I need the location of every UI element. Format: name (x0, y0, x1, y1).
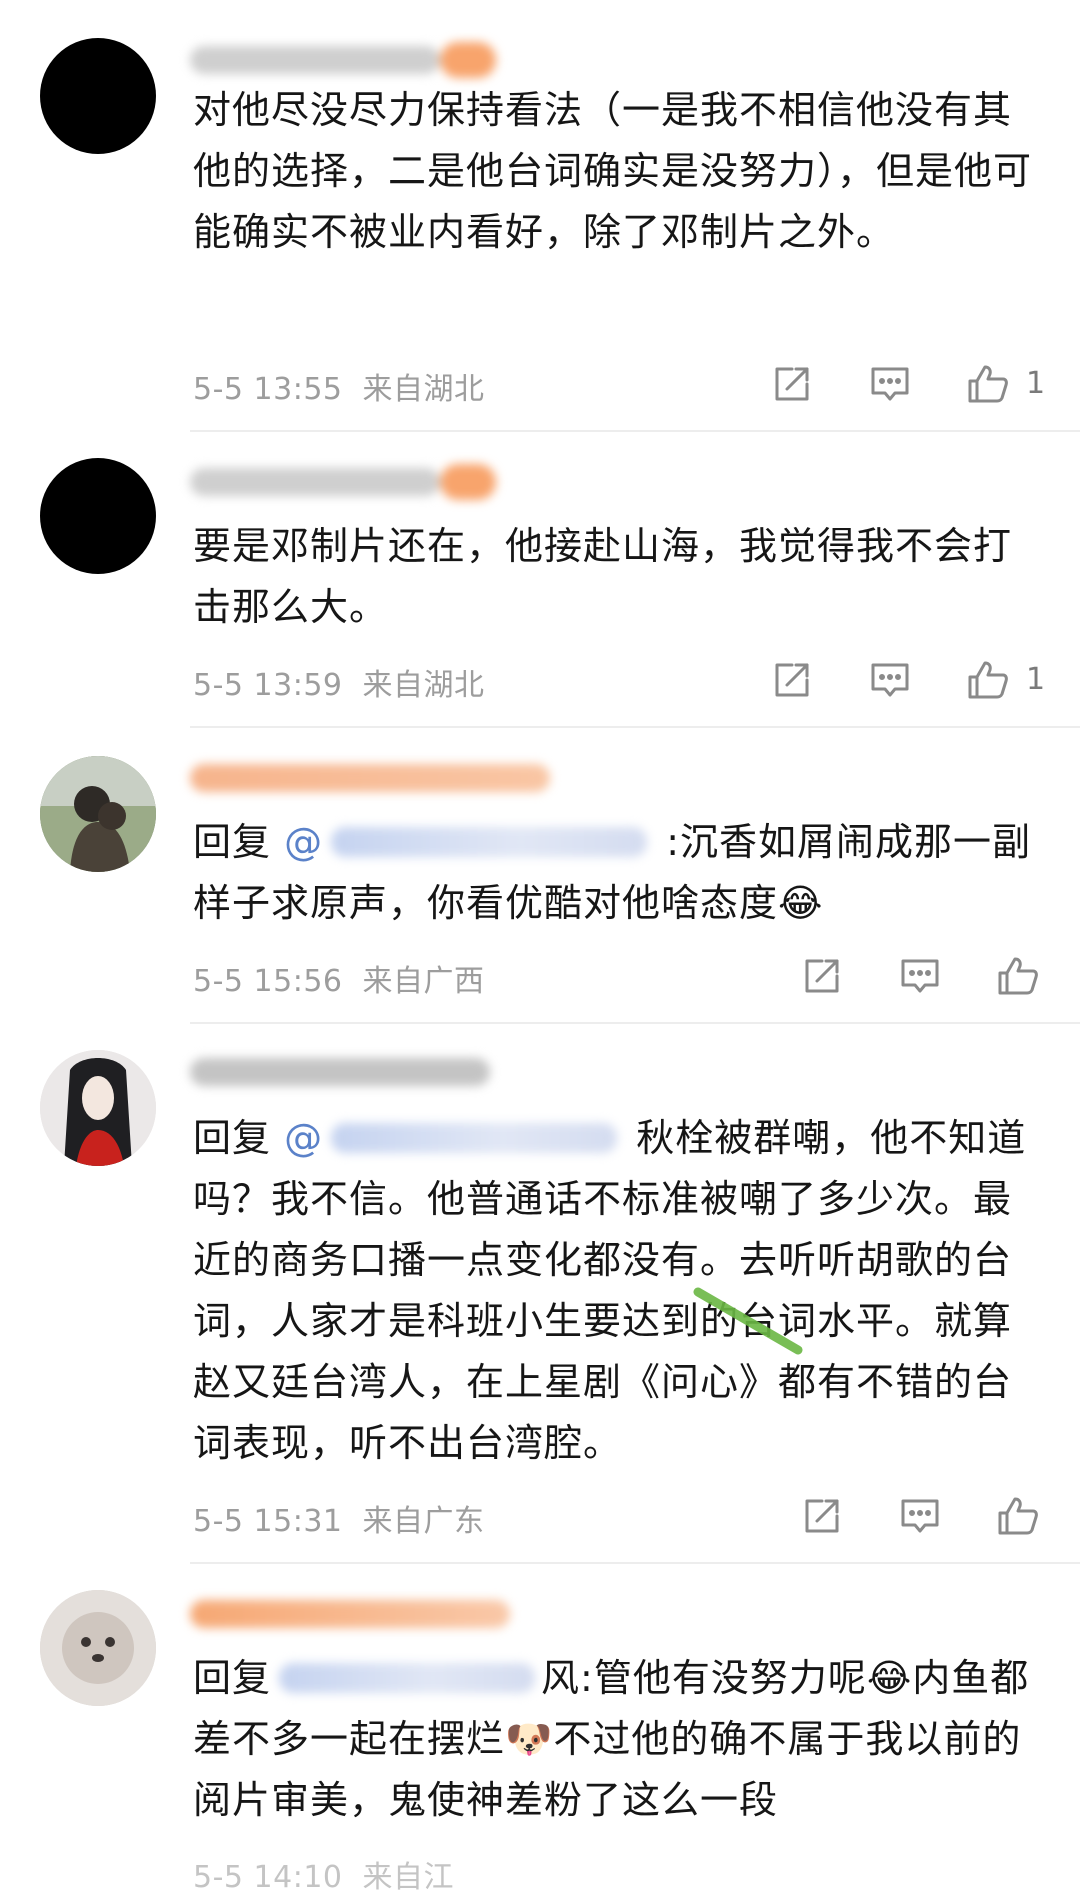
comment-meta: 5-5 13:59 来自湖北 (193, 660, 485, 704)
comment-meta: 5-5 15:56 来自广西 (193, 956, 485, 1000)
avatar-image (40, 756, 156, 872)
avatar[interactable] (40, 38, 156, 154)
comment-meta: 5-5 13:55 来自湖北 (193, 364, 485, 408)
comment-button[interactable] (868, 362, 912, 406)
avatar[interactable] (40, 458, 156, 574)
laughing-crying-emoji: 😂 (778, 881, 824, 925)
mention-blurred[interactable] (271, 1657, 541, 1697)
username-blurred[interactable] (190, 40, 510, 80)
divider (190, 1562, 1080, 1564)
thumbs-up-icon (968, 661, 1008, 699)
username-blurred[interactable] (190, 1052, 490, 1092)
comment-time: 5-5 14:10 (193, 1860, 343, 1895)
share-icon (775, 663, 809, 697)
comment-icon (901, 959, 939, 993)
doge-emoji: 🐶 (505, 1717, 554, 1761)
divider (190, 1022, 1080, 1024)
comment-time: 5-5 15:31 (193, 1504, 343, 1539)
avatar[interactable] (40, 1590, 156, 1706)
reply-prefix: 回复 (193, 820, 272, 864)
share-button[interactable] (800, 954, 844, 998)
comment-actions: 1 (770, 658, 1050, 702)
comment-icon (901, 1499, 939, 1533)
comment-meta: 5-5 14:10 来自江 (193, 1852, 454, 1896)
comment-text: 回复 @ 秋栓被群嘲，他不知道吗？我不信。他普通话不标准被嘲了多少次。最近的商务… (193, 1108, 1043, 1474)
username-blurred[interactable] (190, 462, 510, 502)
thumbs-up-icon (998, 1497, 1038, 1535)
username-blurred[interactable] (190, 1594, 510, 1634)
mention-blurred (323, 821, 653, 861)
divider (190, 430, 1080, 432)
comment-button[interactable] (898, 954, 942, 998)
thumbs-up-icon (968, 365, 1008, 403)
reply-mention[interactable]: @ (284, 820, 666, 864)
comment-text: 回复 风:管他有没努力呢😂内鱼都差不多一起在摆烂🐶不过他的确不属于我以前的阅片审美… (193, 1648, 1043, 1831)
comment-location: 来自湖北 (362, 372, 485, 407)
comment-text: 对他尽没尽力保持看法（一是我不相信他没有其他的选择，二是他台词确实是没努力），但… (193, 88, 1033, 254)
thumbs-up-icon (998, 957, 1038, 995)
comment-icon (871, 367, 909, 401)
reply-mention[interactable]: @ (284, 1116, 636, 1160)
comment-time: 5-5 15:56 (193, 964, 343, 999)
comment-button[interactable] (868, 658, 912, 702)
like-count: 1 (1026, 662, 1046, 697)
share-icon (805, 1499, 839, 1533)
comment-location: 来自广西 (362, 964, 485, 999)
reply-prefix: 回复 (193, 1656, 272, 1700)
like-button[interactable] (996, 1494, 1040, 1538)
divider (190, 726, 1080, 728)
share-icon (805, 959, 839, 993)
comment-actions (800, 954, 1040, 998)
comment-location: 来自广东 (362, 1504, 485, 1539)
reply-text-part1: 风:管他有没努力呢 (541, 1656, 867, 1700)
comment-icon (871, 663, 909, 697)
avatar-image (40, 1590, 156, 1706)
at-sign: @ (284, 1116, 324, 1160)
comment-time: 5-5 13:55 (193, 372, 343, 407)
like-button[interactable] (966, 658, 1010, 702)
comment-meta: 5-5 15:31 来自广东 (193, 1496, 485, 1540)
mention-blurred (323, 1117, 623, 1157)
comment-button[interactable] (898, 1494, 942, 1538)
like-button[interactable] (996, 954, 1040, 998)
share-button[interactable] (800, 1494, 844, 1538)
laughing-crying-emoji: 😂 (866, 1656, 913, 1700)
comment-actions (800, 1494, 1040, 1538)
like-button[interactable] (966, 362, 1010, 406)
avatar[interactable] (40, 1050, 156, 1166)
share-button[interactable] (770, 658, 814, 702)
comment-actions: 1 (770, 362, 1050, 406)
share-button[interactable] (770, 362, 814, 406)
reply-text: 秋栓被群嘲，他不知道吗？我不信。他普通话不标准被嘲了多少次。最近的商务口播一点变… (193, 1116, 1027, 1465)
reply-prefix: 回复 (193, 1116, 272, 1160)
green-pen-mark (693, 1287, 803, 1355)
avatar[interactable] (40, 756, 156, 872)
avatar-image (40, 1050, 156, 1166)
comment-location: 来自湖北 (362, 668, 485, 703)
comment-location: 来自江 (362, 1860, 455, 1895)
like-count: 1 (1026, 366, 1046, 401)
comment-text: 要是邓制片还在，他接赴山海，我觉得我不会打击那么大。 (193, 524, 1013, 629)
share-icon (775, 367, 809, 401)
comment-text: 回复 @ :沉香如屑闹成那一副样子求原声，你看优酷对他啥态度😂 (193, 812, 1043, 934)
at-sign: @ (284, 820, 324, 864)
comment-time: 5-5 13:59 (193, 668, 343, 703)
username-blurred[interactable] (190, 758, 550, 798)
